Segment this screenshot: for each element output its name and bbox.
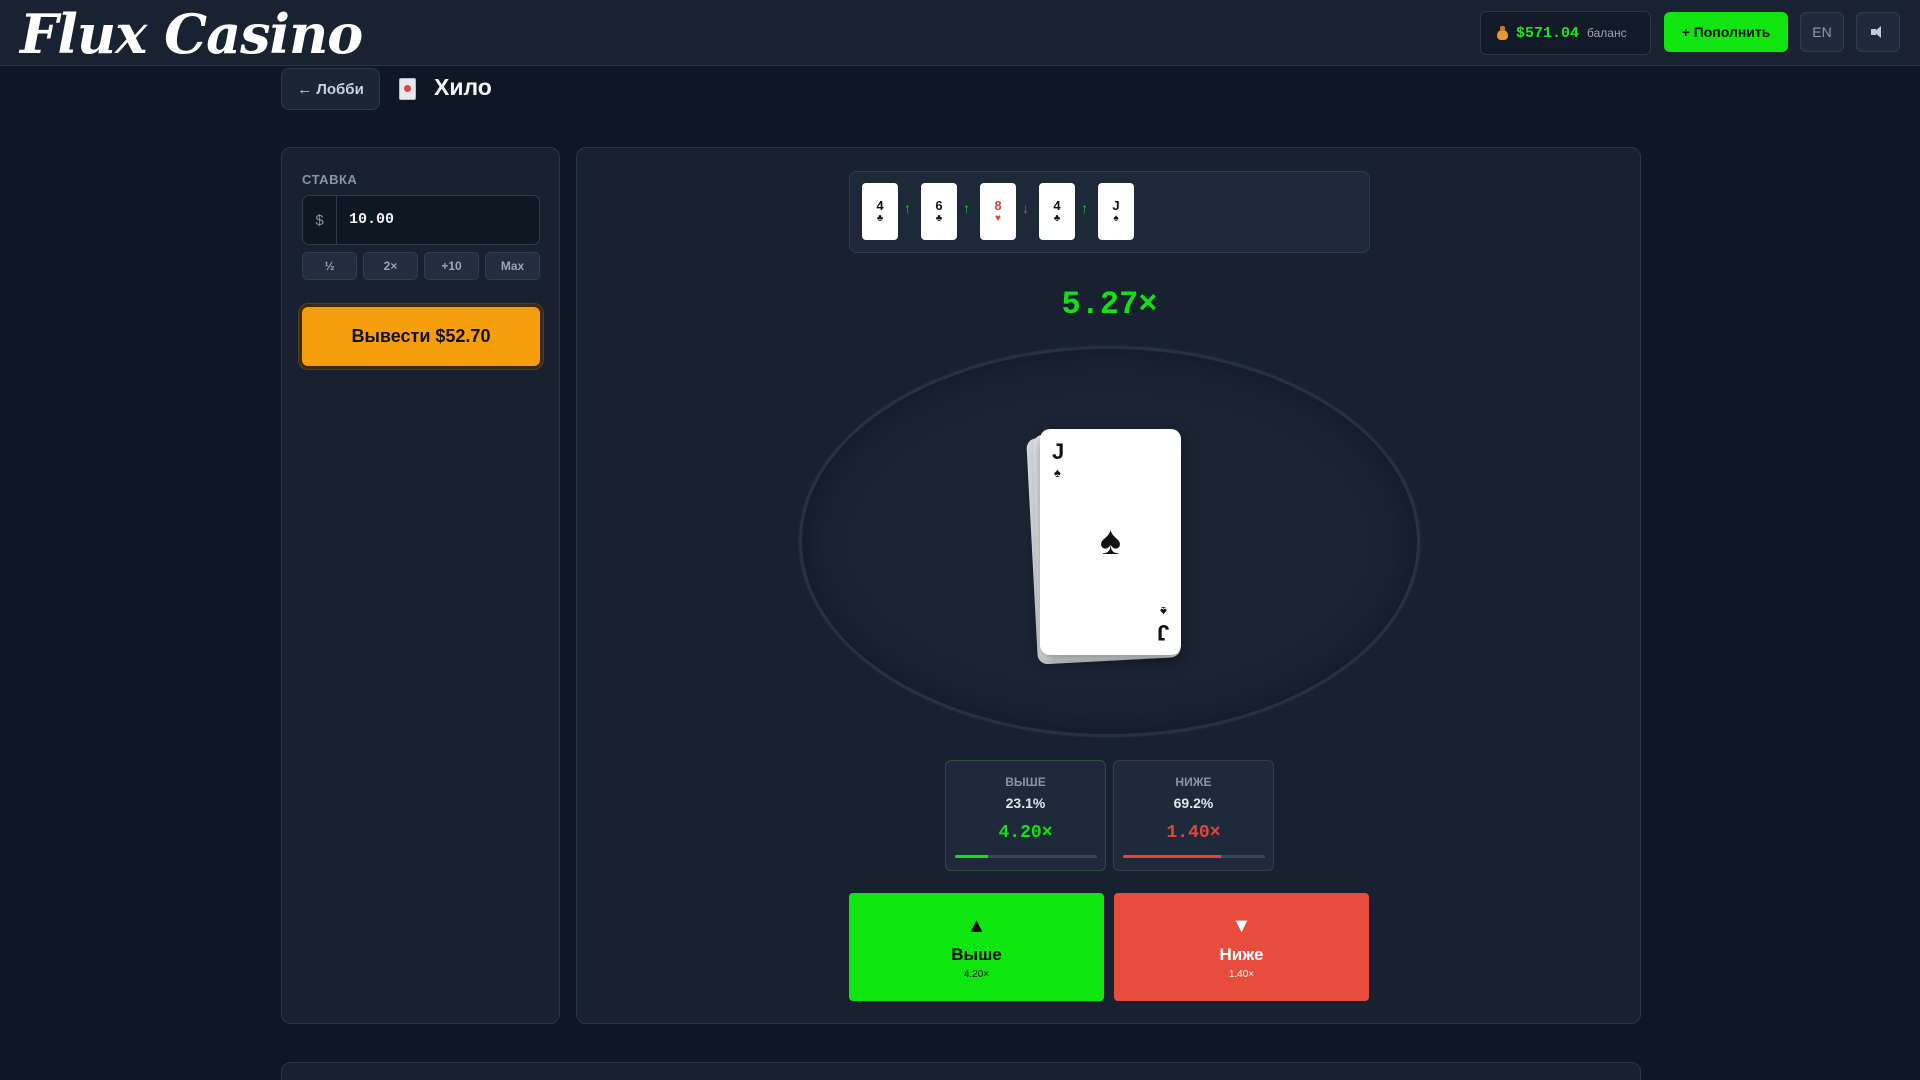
card-rank: J <box>1156 620 1169 645</box>
deposit-button[interactable]: + Пополнить <box>1664 12 1788 52</box>
higher-odds-label: ВЫШЕ <box>1005 775 1046 789</box>
up-arrow-icon: ↑ <box>963 200 970 216</box>
history-card-rank: 8 <box>994 198 1002 213</box>
playing-card-icon <box>399 78 416 100</box>
bet-panel: СТАВКА $ 10.00 ½ 2× +10 Max Вывести $52.… <box>281 147 560 1024</box>
bottom-panel <box>281 1062 1641 1080</box>
cashout-button[interactable]: Вывести $52.70 <box>299 304 543 369</box>
spade-icon: ♠ <box>1160 604 1167 619</box>
top-bar: Flux Casino $571.04 баланс + Пополнить E… <box>0 0 1920 66</box>
lower-probability-bar <box>1123 855 1265 858</box>
bet-amount-input[interactable]: $ 10.00 <box>302 195 540 245</box>
spade-icon: ♠ <box>1054 465 1061 480</box>
double-bet-button[interactable]: 2× <box>363 252 418 280</box>
bet-label: СТАВКА <box>302 172 358 187</box>
site-logo[interactable]: Flux Casino <box>20 4 363 64</box>
history-card-suit: ♣ <box>1053 213 1061 224</box>
up-arrow-icon: ↑ <box>1081 200 1088 216</box>
speaker-icon <box>1871 26 1885 38</box>
history-card: 6 ♣ <box>921 183 957 240</box>
balance-label: баланс <box>1587 26 1627 40</box>
sound-toggle-button[interactable] <box>1856 12 1900 52</box>
history-card-suit: ♠ <box>1113 213 1119 224</box>
lower-button[interactable]: ▼ Ниже 1.40× <box>1114 893 1369 1001</box>
game-panel: 4 ♣ ↑ 6 ♣ ↑ 8 ♥ ↓ 4 ♣ ↑ J ♠ 5.27× J ♠ ♠ … <box>576 147 1641 1024</box>
history-card-rank: 4 <box>1053 198 1061 213</box>
higher-multiplier: 4.20× <box>998 823 1053 843</box>
current-multiplier: 5.27× <box>1061 286 1158 323</box>
lower-probability-fill <box>1123 855 1222 858</box>
lower-button-multiplier: 1.40× <box>1228 968 1255 980</box>
triangle-up-icon: ▲ <box>966 914 987 937</box>
triangle-down-icon: ▼ <box>1231 914 1252 937</box>
higher-button[interactable]: ▲ Выше 4.20× <box>849 893 1104 1001</box>
language-button[interactable]: EN <box>1800 12 1844 52</box>
spade-icon: ♠ <box>1099 519 1122 563</box>
plus-ten-button[interactable]: +10 <box>424 252 479 280</box>
history-card: 4 ♣ <box>862 183 898 240</box>
back-to-lobby-button[interactable]: ← Лобби <box>281 68 380 110</box>
higher-probability-bar <box>955 855 1097 858</box>
lower-probability: 69.2% <box>1173 795 1214 811</box>
balance-display: $571.04 баланс <box>1480 11 1651 55</box>
history-card-rank: 4 <box>876 198 884 213</box>
higher-button-label: Выше <box>951 944 1002 964</box>
half-bet-button[interactable]: ½ <box>302 252 357 280</box>
higher-probability: 23.1% <box>1005 795 1046 811</box>
history-card: J ♠ <box>1098 183 1134 240</box>
higher-odds-box: ВЫШЕ 23.1% 4.20× <box>945 760 1106 871</box>
lower-button-label: Ниже <box>1219 944 1264 964</box>
current-card: J ♠ ♠ ♠ J <box>1040 429 1181 655</box>
lower-odds-box: НИЖЕ 69.2% 1.40× <box>1113 760 1274 871</box>
higher-probability-fill <box>955 855 988 858</box>
max-bet-button[interactable]: Max <box>485 252 540 280</box>
lower-multiplier: 1.40× <box>1166 823 1221 843</box>
down-arrow-icon: ↓ <box>1022 200 1029 216</box>
card-rank: J <box>1052 439 1065 464</box>
history-card-rank: 6 <box>935 198 943 213</box>
currency-symbol: $ <box>303 196 337 244</box>
history-card-suit: ♣ <box>935 213 943 224</box>
money-bag-icon <box>1497 26 1508 40</box>
history-card: 4 ♣ <box>1039 183 1075 240</box>
history-card-rank: J <box>1112 198 1120 213</box>
higher-button-multiplier: 4.20× <box>963 968 990 980</box>
lower-odds-label: НИЖЕ <box>1175 775 1212 789</box>
up-arrow-icon: ↑ <box>904 200 911 216</box>
bet-amount-value[interactable]: 10.00 <box>349 196 394 244</box>
page-title: Хило <box>434 74 492 100</box>
bet-modifier-buttons: ½ 2× +10 Max <box>302 252 540 280</box>
balance-amount: $571.04 <box>1516 24 1580 42</box>
history-card-suit: ♥ <box>995 213 1001 224</box>
card-history: 4 ♣ ↑ 6 ♣ ↑ 8 ♥ ↓ 4 ♣ ↑ J ♠ <box>849 171 1370 253</box>
history-card: 8 ♥ <box>980 183 1016 240</box>
history-card-suit: ♣ <box>876 213 884 224</box>
